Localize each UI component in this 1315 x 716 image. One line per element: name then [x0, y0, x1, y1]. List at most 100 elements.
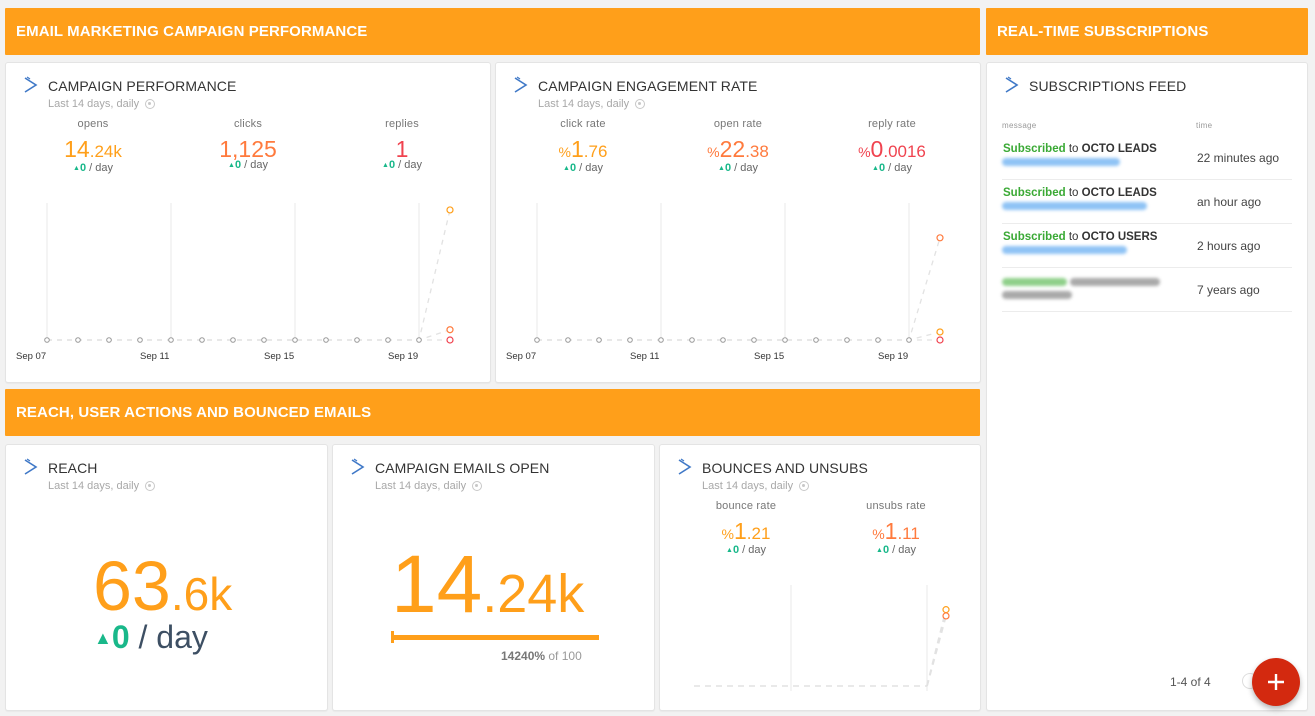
chevron-right-icon [24, 76, 38, 93]
progress-caption: 14240% of 100 [501, 649, 582, 663]
to-text: to [1065, 231, 1082, 243]
column-header-time[interactable]: time [1196, 121, 1212, 130]
percent-sign: % [721, 526, 734, 542]
data-point [44, 337, 50, 343]
data-point [751, 337, 757, 343]
feed-time: an hour ago [1197, 195, 1262, 209]
section-header-realtime-subscriptions: REAL-TIME SUBSCRIPTIONS [986, 8, 1308, 55]
metric-int: 14 [64, 136, 90, 162]
timeframe-label: Last 14 days, daily [48, 480, 140, 492]
delta-value: 0 [111, 619, 130, 655]
series-line-unsubs-rate [926, 615, 947, 687]
metric-clicks: clicks 1,125 ▲0 / day [168, 118, 328, 171]
status-text: Subscribed [1003, 143, 1066, 155]
up-arrow-icon: ▲ [718, 165, 725, 172]
data-point [942, 606, 950, 614]
bounces-card: BOUNCES AND UNSUBS Last 14 days, daily b… [659, 444, 981, 711]
column-header-message[interactable]: message [1002, 121, 1037, 130]
card-title: SUBSCRIPTIONS FEED [1029, 78, 1187, 94]
data-point [658, 337, 664, 343]
data-point [596, 337, 602, 343]
data-point [936, 336, 944, 344]
bounces-chart [694, 585, 950, 691]
timeframe-label: Last 14 days, daily [538, 98, 630, 110]
delta-unit: / day [889, 544, 916, 556]
section-header-email-marketing: EMAIL MARKETING CAMPAIGN PERFORMANCE [5, 8, 980, 55]
metric-label: reply rate [868, 118, 916, 130]
engagement-rate-card: CAMPAIGN ENGAGEMENT RATE Last 14 days, d… [495, 62, 981, 383]
progress-of: of 100 [545, 649, 582, 663]
metric-label: unsubs rate [866, 500, 926, 512]
to-text: to [1065, 143, 1082, 155]
to-text: to [1065, 187, 1082, 199]
info-icon[interactable] [145, 481, 156, 491]
metric-replies: replies 1 ▲0 / day [322, 118, 482, 171]
delta-unit: / day [885, 162, 912, 174]
x-tick-label: Sep 07 [506, 351, 536, 362]
delta-unit: / day [129, 619, 208, 655]
data-point [534, 337, 540, 343]
metric-open-rate: open rate %22.38 ▲0 / day [658, 118, 818, 174]
card-title: CAMPAIGN EMAILS OPEN [375, 460, 550, 476]
feed-time: 7 years ago [1197, 283, 1260, 297]
metric-label: click rate [560, 118, 606, 130]
data-point [75, 337, 81, 343]
data-point [627, 337, 633, 343]
data-point [292, 337, 298, 343]
metric-value: %1.11 [816, 518, 976, 547]
subscriptions-feed-card: SUBSCRIPTIONS FEED message time Subscrib… [986, 62, 1308, 711]
data-point [354, 337, 360, 343]
delta-unit: / day [241, 159, 268, 171]
metric-delta: ▲0 / day [666, 544, 826, 556]
metric-reply-rate: reply rate %0.0016 ▲0 / day [812, 118, 972, 174]
metric-delta: ▲0 / day [13, 162, 173, 174]
feed-row[interactable]: Subscribed to OCTO LEADS an hour ago [1002, 180, 1292, 224]
delta-unit: / day [86, 162, 113, 174]
data-point [720, 337, 726, 343]
info-icon[interactable] [472, 481, 483, 491]
metric-bounce-rate: bounce rate %1.21 ▲0 / day [666, 500, 826, 556]
info-icon[interactable] [799, 481, 810, 491]
x-tick-label: Sep 19 [878, 351, 908, 362]
metric-value: %1.21 [666, 518, 826, 547]
data-point [168, 337, 174, 343]
engagement-rate-chart: Sep 07 Sep 11 Sep 15 Sep 19 [506, 203, 944, 362]
campaign-performance-chart: Sep 07 Sep 11 Sep 15 Sep 19 [16, 203, 454, 362]
delta-unit: / day [739, 544, 766, 556]
feed-row[interactable]: 7 years ago [1002, 268, 1292, 312]
metric-frac: .76 [583, 142, 608, 161]
metric-int: 1 [571, 136, 584, 162]
x-tick-label: Sep 19 [388, 351, 418, 362]
timeframe-label: Last 14 days, daily [48, 98, 140, 110]
chevron-right-icon [24, 458, 38, 475]
feed-row[interactable]: Subscribed to OCTO USERS 2 hours ago [1002, 224, 1292, 268]
metric-delta: ▲0 / day [658, 162, 818, 174]
up-arrow-icon: ▲ [228, 162, 235, 169]
card-subtitle: Last 14 days, daily [375, 480, 483, 492]
plus-icon [1268, 674, 1284, 690]
up-arrow-icon: ▲ [73, 165, 80, 172]
progress-bar [391, 631, 599, 643]
chevron-right-icon [351, 458, 365, 475]
metric-label: bounce rate [715, 500, 777, 512]
metric-value: %0.0016 [812, 136, 972, 165]
add-button[interactable] [1252, 658, 1300, 706]
list-name: OCTO LEADS [1081, 143, 1157, 155]
data-point [199, 337, 205, 343]
up-arrow-icon: ▲ [563, 165, 570, 172]
chevron-right-icon [514, 76, 528, 93]
x-tick-label: Sep 11 [630, 351, 659, 362]
data-point [875, 337, 881, 343]
up-arrow-icon: ▲ [94, 628, 112, 648]
info-icon[interactable] [635, 99, 646, 109]
up-arrow-icon: ▲ [726, 547, 733, 554]
data-point [446, 326, 454, 334]
card-title: BOUNCES AND UNSUBS [702, 460, 868, 476]
feed-row[interactable]: Subscribed to OCTO LEADS 22 minutes ago [1002, 136, 1292, 180]
list-name: OCTO USERS [1081, 231, 1158, 243]
info-icon[interactable] [145, 99, 156, 109]
data-point [416, 337, 422, 343]
feed-message: Subscribed to OCTO LEADS [1003, 143, 1157, 155]
metric-frac: .24k [89, 142, 122, 161]
card-subtitle: Last 14 days, daily [48, 98, 156, 110]
